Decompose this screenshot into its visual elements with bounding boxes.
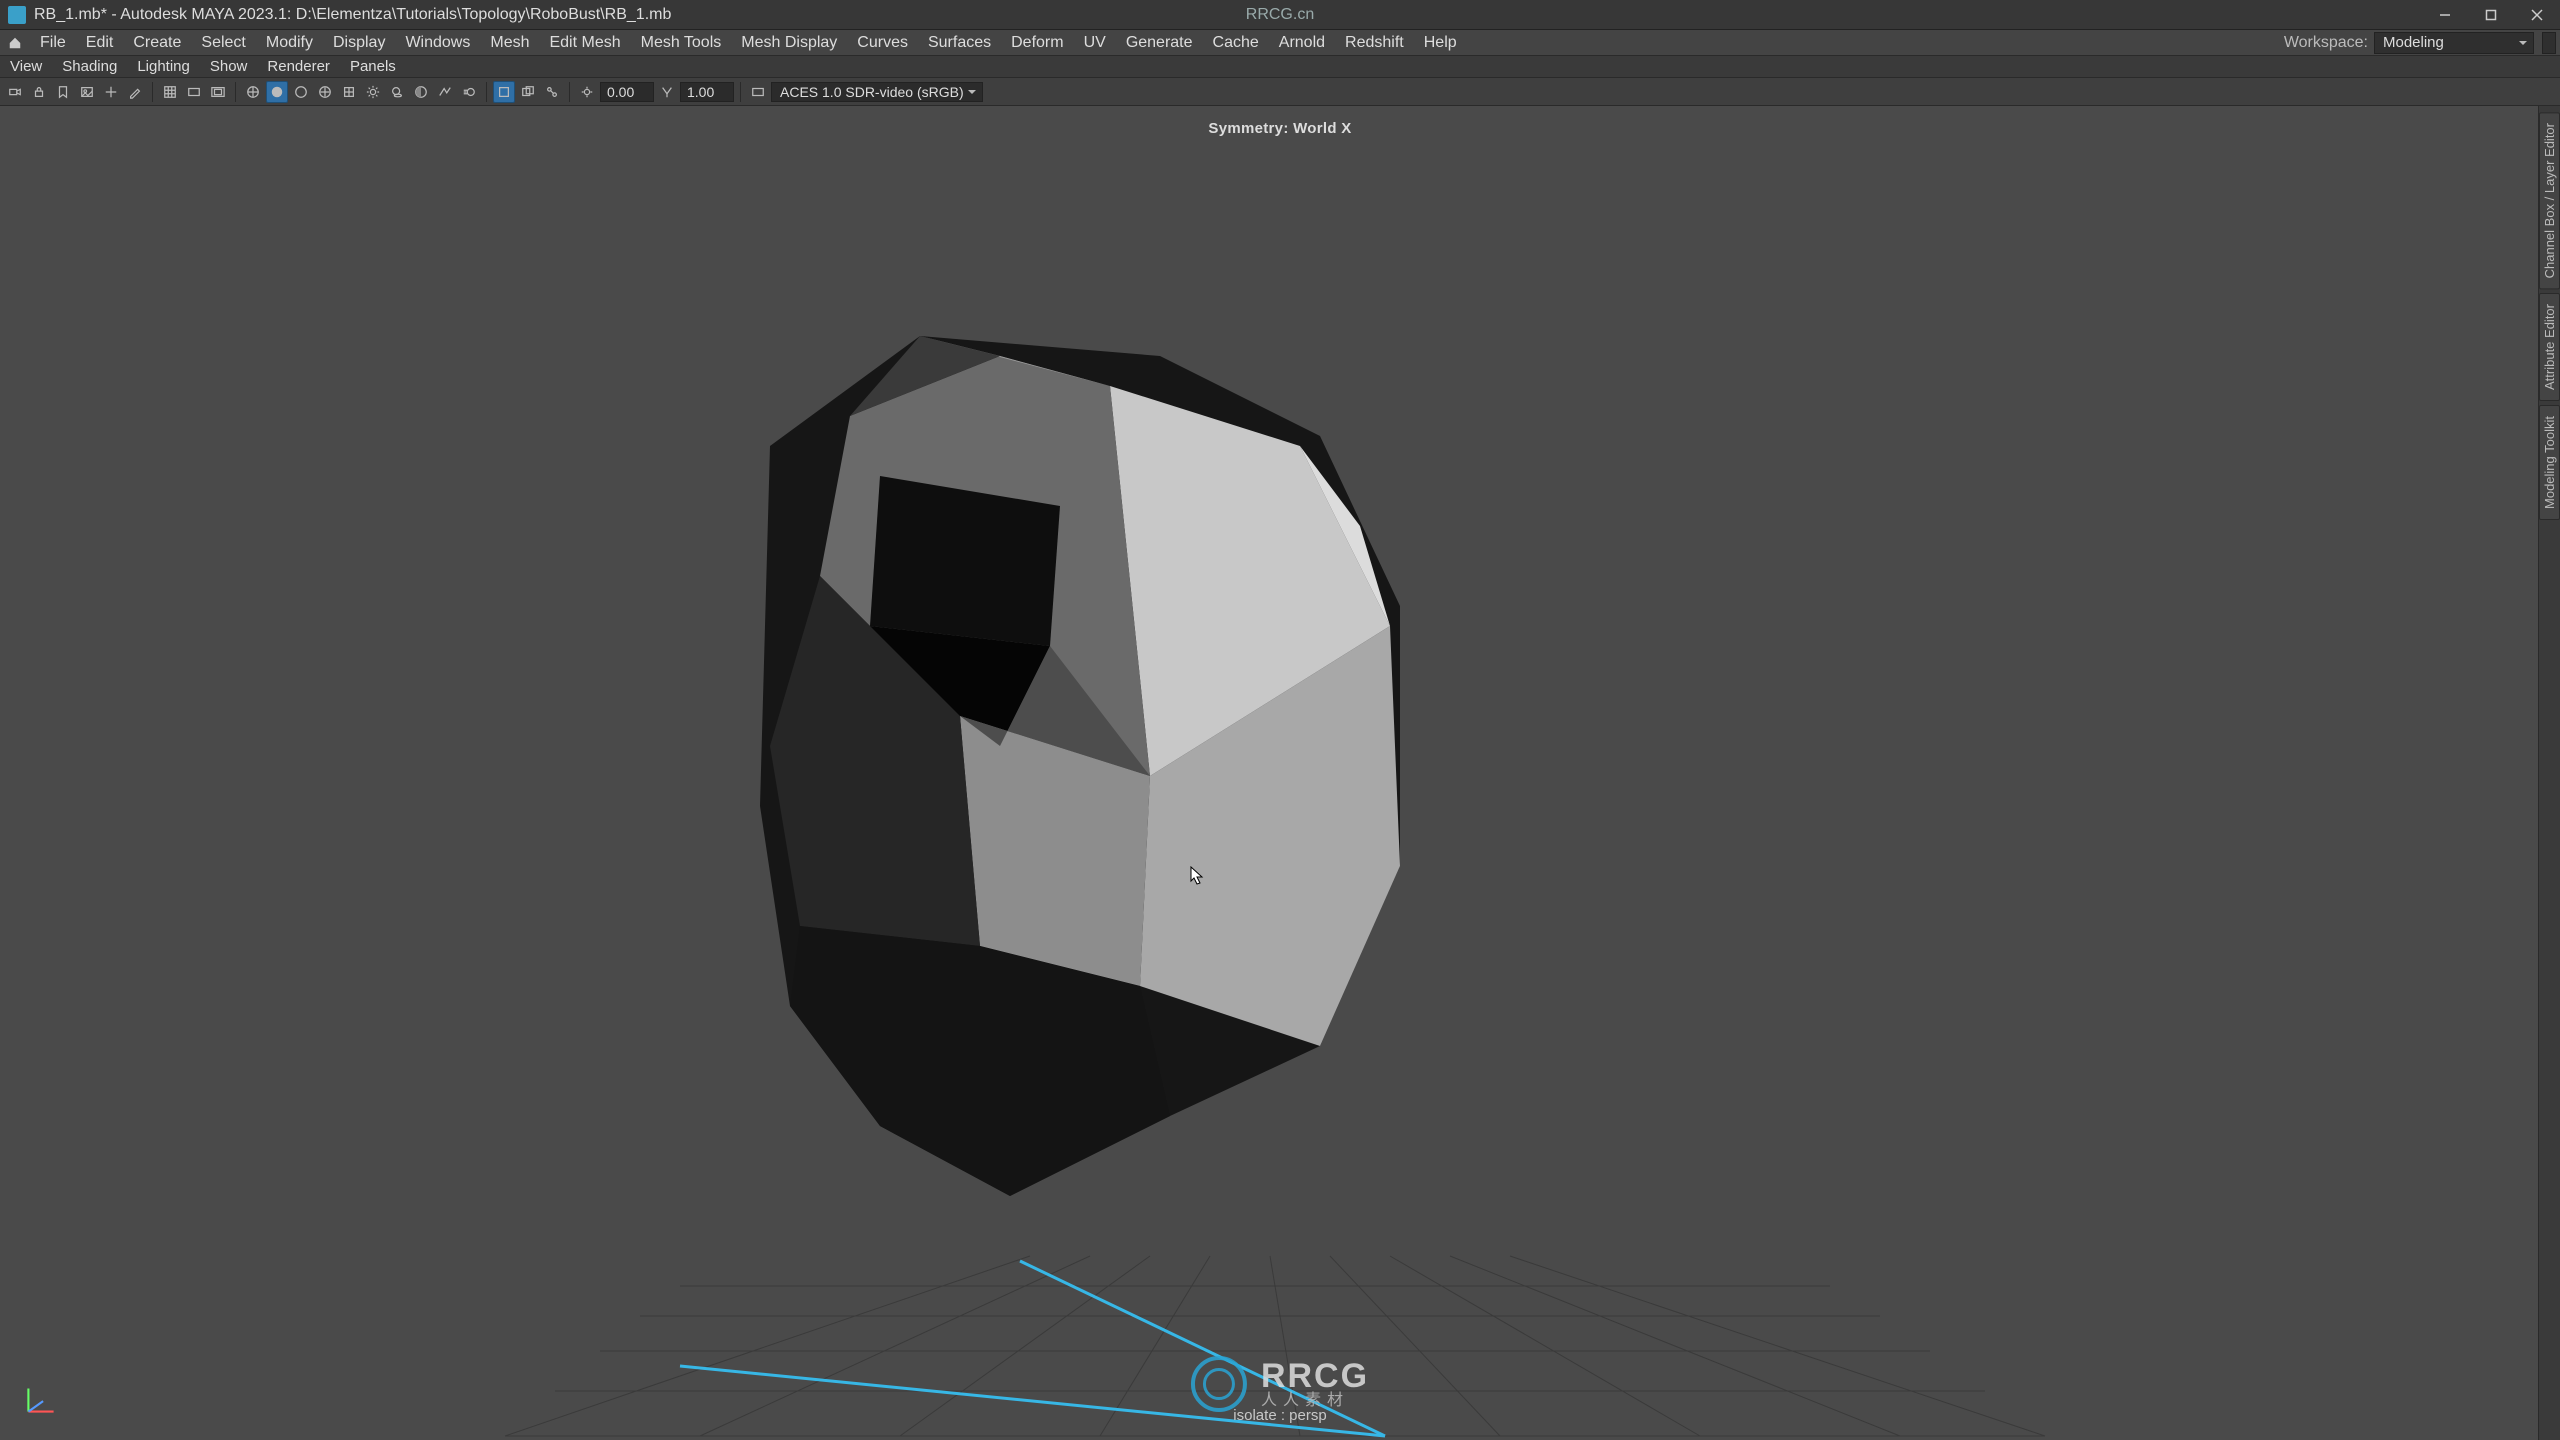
menu-item-generate[interactable]: Generate: [1116, 30, 1203, 55]
tb-lock-camera-icon[interactable]: [28, 81, 50, 103]
titlebar: RB_1.mb* - Autodesk MAYA 2023.1: D:\Elem…: [0, 0, 2560, 30]
menu-item-uv[interactable]: UV: [1074, 30, 1116, 55]
tb-motion-blur-icon[interactable]: [458, 81, 480, 103]
tb-xray-icon[interactable]: [517, 81, 539, 103]
scene-svg: [0, 106, 2560, 1440]
tb-bookmark-icon[interactable]: [52, 81, 74, 103]
viewport-wrap: Symmetry: World X: [0, 106, 2560, 1440]
panelmenu-item-lighting[interactable]: Lighting: [127, 56, 200, 77]
tb-gamma-field[interactable]: 1.00: [680, 82, 734, 102]
home-icon[interactable]: [6, 34, 24, 52]
menu-item-edit[interactable]: Edit: [76, 30, 124, 55]
tb-ao-icon[interactable]: [410, 81, 432, 103]
app-icon: [8, 6, 26, 24]
menu-item-modify[interactable]: Modify: [256, 30, 323, 55]
right-tab-modeling-toolkit[interactable]: Modeling Toolkit: [2539, 405, 2560, 520]
tb-shadows-icon[interactable]: [386, 81, 408, 103]
workspace-value: Modeling: [2383, 34, 2444, 51]
panelmenu-item-panels[interactable]: Panels: [340, 56, 406, 77]
workspace-dropdown[interactable]: Modeling: [2374, 32, 2534, 54]
menu-item-windows[interactable]: Windows: [395, 30, 480, 55]
sidebar-toggle[interactable]: [2542, 32, 2556, 54]
panelmenu-item-shading[interactable]: Shading: [52, 56, 127, 77]
maximize-button[interactable]: [2468, 0, 2514, 30]
tb-xray-joints-icon[interactable]: [541, 81, 563, 103]
panel-toolbar: 0.00 1.00 ACES 1.0 SDR-video (sRGB): [0, 78, 2560, 106]
mesh-head: [760, 336, 1400, 1196]
tb-gamma-icon[interactable]: [656, 81, 678, 103]
tb-2d-pan-icon[interactable]: [100, 81, 122, 103]
tb-textured-icon[interactable]: [338, 81, 360, 103]
tb-anti-alias-icon[interactable]: [434, 81, 456, 103]
menu-item-mesh-tools[interactable]: Mesh Tools: [631, 30, 732, 55]
menu-item-arnold[interactable]: Arnold: [1269, 30, 1335, 55]
right-tab-channel-box-layer-editor[interactable]: Channel Box / Layer Editor: [2539, 112, 2560, 289]
tb-exposure-field[interactable]: 0.00: [600, 82, 654, 102]
panel-menubar: ViewShadingLightingShowRendererPanels: [0, 56, 2560, 78]
tb-use-all-lights-icon[interactable]: [362, 81, 384, 103]
window-controls: [2422, 0, 2560, 30]
tb-wireframe-icon[interactable]: [242, 81, 264, 103]
close-button[interactable]: [2514, 0, 2560, 30]
menu-item-deform[interactable]: Deform: [1001, 30, 1073, 55]
menu-item-edit-mesh[interactable]: Edit Mesh: [539, 30, 630, 55]
tb-color-management-dropdown[interactable]: ACES 1.0 SDR-video (sRGB): [771, 82, 983, 102]
panelmenu-item-renderer[interactable]: Renderer: [257, 56, 340, 77]
tb-film-gate-icon[interactable]: [183, 81, 205, 103]
tb-view-transform-icon[interactable]: [747, 81, 769, 103]
window-title: RB_1.mb* - Autodesk MAYA 2023.1: D:\Elem…: [34, 6, 671, 24]
right-tab-attribute-editor[interactable]: Attribute Editor: [2539, 293, 2560, 401]
axis-gizmo[interactable]: [20, 1378, 62, 1420]
menu-item-mesh-display[interactable]: Mesh Display: [731, 30, 847, 55]
tb-grid-icon[interactable]: [159, 81, 181, 103]
menu-item-redshift[interactable]: Redshift: [1335, 30, 1414, 55]
menu-item-select[interactable]: Select: [191, 30, 255, 55]
viewport[interactable]: Symmetry: World X: [0, 106, 2560, 1440]
menu-item-mesh[interactable]: Mesh: [480, 30, 539, 55]
menu-item-help[interactable]: Help: [1414, 30, 1467, 55]
tb-image-plane-icon[interactable]: [76, 81, 98, 103]
menu-item-display[interactable]: Display: [323, 30, 395, 55]
tb-gate-mask-icon[interactable]: [207, 81, 229, 103]
menu-item-file[interactable]: File: [30, 30, 76, 55]
panelmenu-item-view[interactable]: View: [0, 56, 52, 77]
menu-item-surfaces[interactable]: Surfaces: [918, 30, 1001, 55]
menu-item-curves[interactable]: Curves: [847, 30, 918, 55]
tb-isolate-select-icon[interactable]: [493, 81, 515, 103]
minimize-button[interactable]: [2422, 0, 2468, 30]
tb-smooth-shade-icon[interactable]: [266, 81, 288, 103]
tb-wire-on-shaded-icon[interactable]: [314, 81, 336, 103]
tb-use-default-material-icon[interactable]: [290, 81, 312, 103]
menu-item-create[interactable]: Create: [123, 30, 191, 55]
tb-select-camera-icon[interactable]: [4, 81, 26, 103]
tb-exposure-icon[interactable]: [576, 81, 598, 103]
right-tab-strip: Channel Box / Layer Editor Attribute Edit…: [2538, 106, 2560, 1440]
menu-item-cache[interactable]: Cache: [1203, 30, 1269, 55]
main-menubar: FileEditCreateSelectModifyDisplayWindows…: [0, 30, 2560, 56]
workspace-label: Workspace:: [2284, 34, 2368, 52]
tb-grease-pencil-icon[interactable]: [124, 81, 146, 103]
panelmenu-item-show[interactable]: Show: [200, 56, 258, 77]
